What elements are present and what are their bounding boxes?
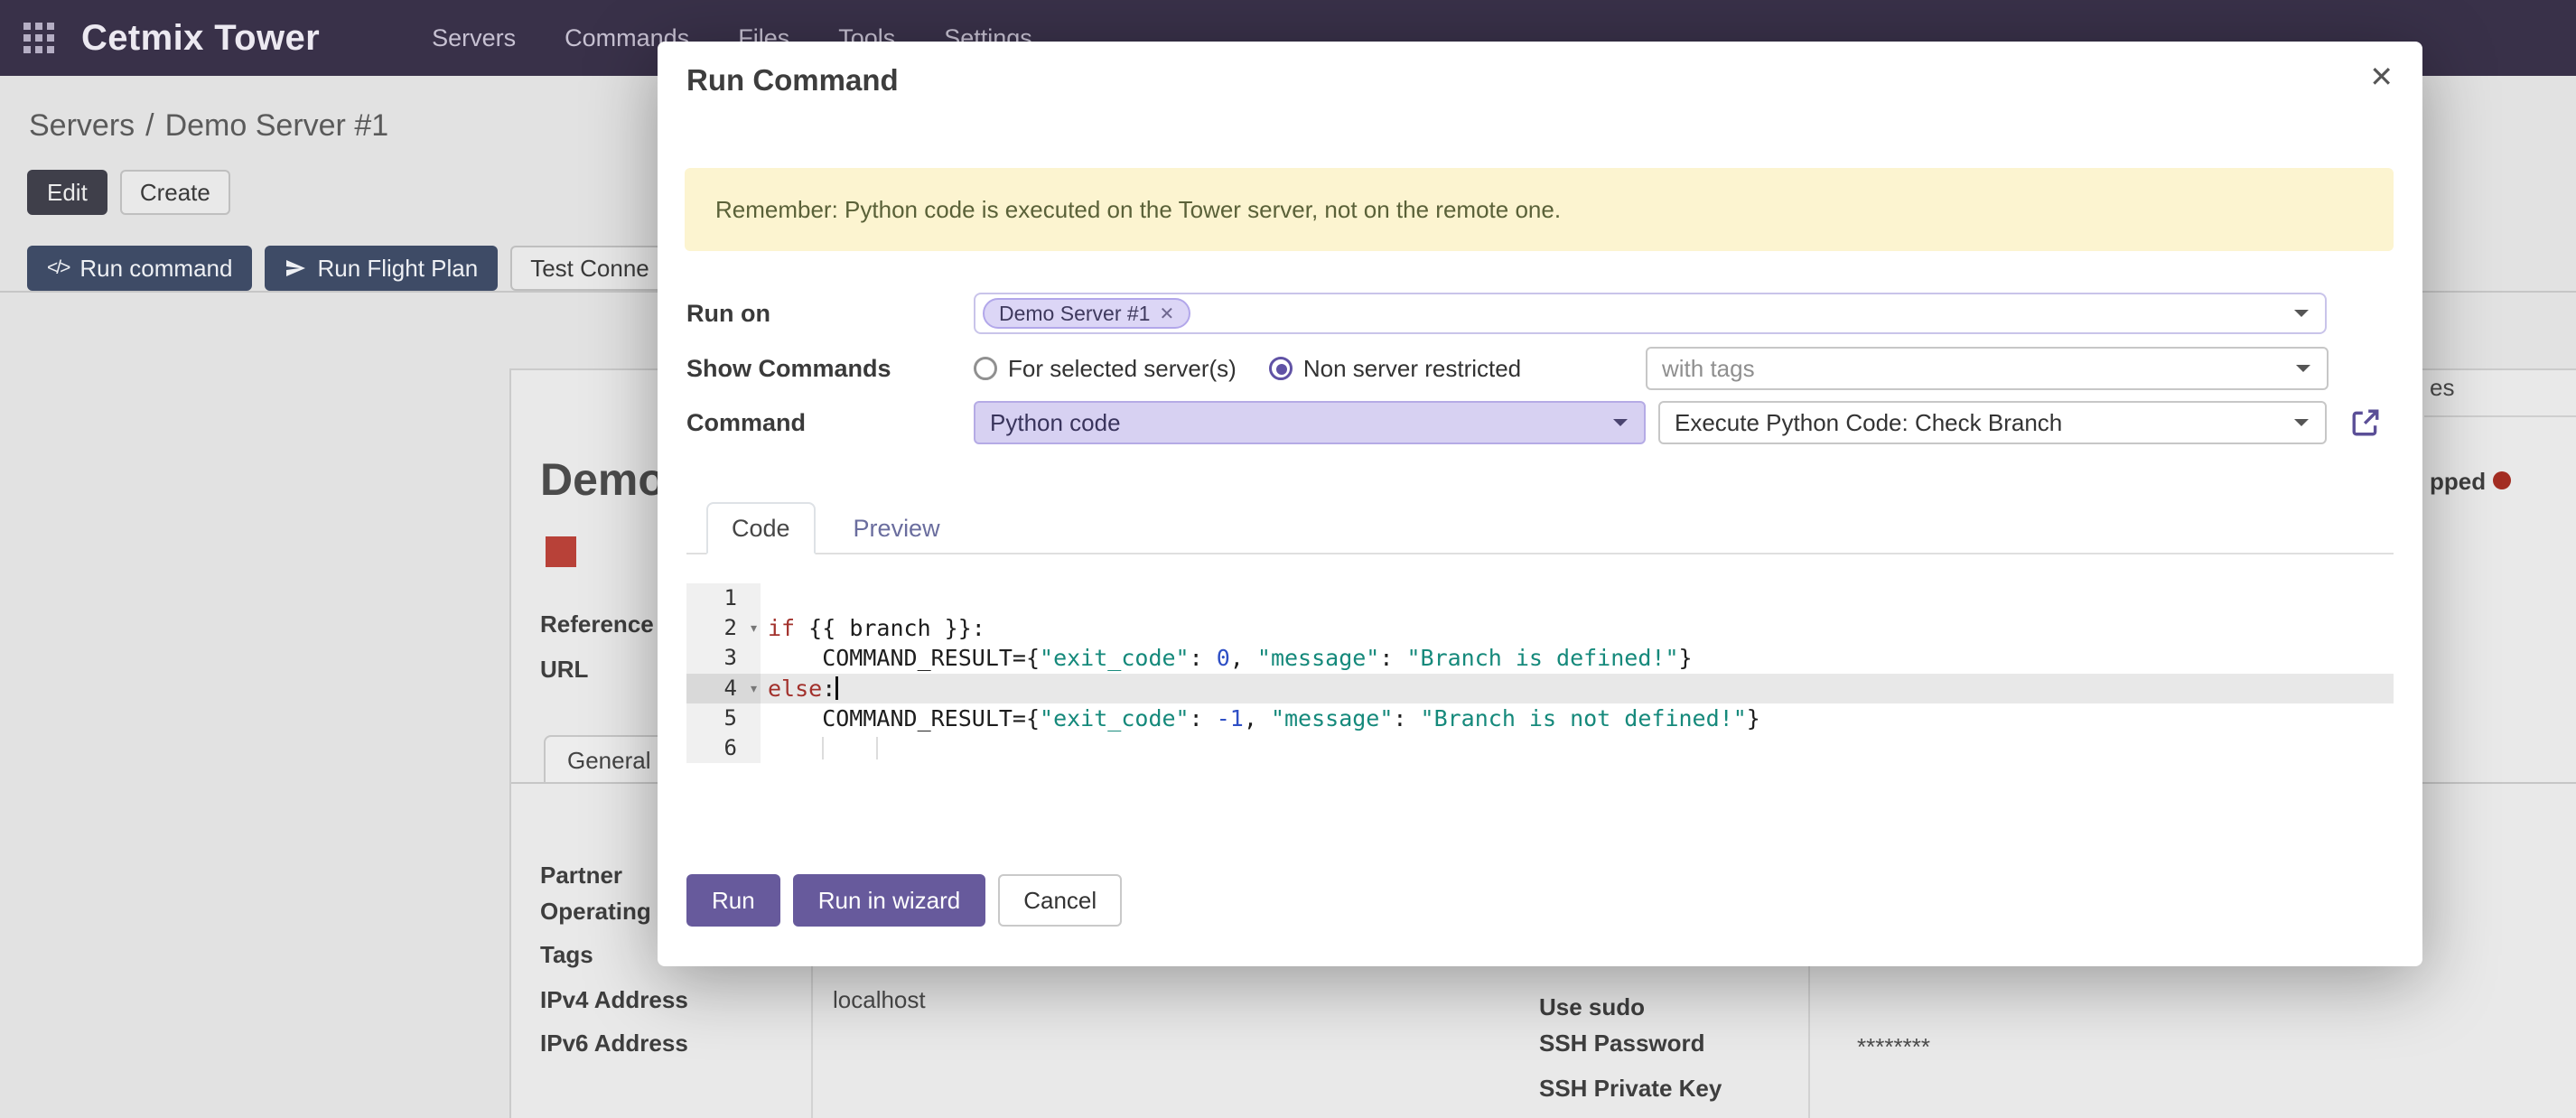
operating-system-label: Operating (540, 898, 651, 926)
alert-text: Remember: Python code is executed on the… (715, 196, 1561, 224)
table-header-divider (2424, 415, 2576, 417)
create-button[interactable]: Create (120, 170, 230, 215)
command-type-value: Python code (990, 409, 1121, 437)
tab-preview[interactable]: Preview (830, 502, 964, 554)
cancel-button[interactable]: Cancel (998, 874, 1122, 927)
use-sudo-label: Use sudo (1539, 993, 1645, 1021)
test-connection-button[interactable]: Test Conne (510, 246, 669, 291)
paper-plane-icon (285, 257, 306, 279)
command-value: Execute Python Code: Check Branch (1675, 409, 2062, 437)
text-cursor (835, 676, 838, 700)
radio-label: For selected server(s) (1008, 355, 1237, 383)
dialog-tabs: Code Preview (686, 502, 2394, 554)
run-in-wizard-button[interactable]: Run in wizard (793, 874, 986, 927)
partner-label: Partner (540, 862, 622, 890)
app-brand[interactable]: Cetmix Tower (81, 18, 320, 59)
line-number: 6 (724, 735, 737, 760)
apps-menu-icon[interactable] (23, 23, 54, 53)
code-icon: </> (47, 257, 69, 279)
code-line: 6 (686, 733, 2394, 763)
tag-label: Demo Server #1 (999, 302, 1150, 326)
show-commands-radio-group: For selected server(s) Non server restri… (974, 355, 1646, 383)
server-title: Demo (540, 453, 666, 506)
remove-tag-icon[interactable]: ✕ (1159, 303, 1174, 325)
breadcrumb-root[interactable]: Servers (29, 108, 135, 143)
selected-server-tag[interactable]: Demo Server #1 ✕ (983, 298, 1190, 329)
command-select[interactable]: Execute Python Code: Check Branch (1658, 401, 2327, 444)
breadcrumb-separator: / (145, 108, 154, 143)
run-on-field[interactable]: Demo Server #1 ✕ (974, 293, 2327, 334)
line-number: 4 (724, 675, 737, 701)
python-warning-alert: Remember: Python code is executed on the… (685, 168, 2394, 251)
code-line-content[interactable]: if {{ branch }}: (761, 613, 2394, 643)
external-link-icon[interactable] (2350, 407, 2381, 438)
run-command-label: Run command (79, 255, 232, 283)
code-line: 5 COMMAND_RESULT={"exit_code": -1, "mess… (686, 703, 2394, 733)
with-tags-select[interactable]: with tags (1646, 347, 2329, 390)
dialog-footer: Run Run in wizard Cancel (686, 874, 1122, 927)
breadcrumb-current: Demo Server #1 (165, 108, 389, 143)
chevron-down-icon (2294, 310, 2309, 324)
radio-checked-icon (1269, 357, 1293, 380)
radio-non-server-restricted[interactable]: Non server restricted (1269, 355, 1521, 383)
with-tags-placeholder: with tags (1662, 355, 1755, 383)
indent-guide (876, 737, 878, 759)
run-flight-plan-label: Run Flight Plan (317, 255, 478, 283)
status-stopped-dot (2493, 471, 2511, 489)
ssh-password-value: ******** (1857, 1033, 1930, 1061)
radio-label: Non server restricted (1303, 355, 1521, 383)
ipv6-label: IPv6 Address (540, 1029, 688, 1057)
clipped-table-header: es (2430, 374, 2454, 402)
command-label: Command (686, 409, 974, 437)
chevron-down-icon (2296, 365, 2310, 379)
run-command-form: Run on Demo Server #1 ✕ Show Commands Fo… (686, 293, 2327, 444)
chevron-down-icon (2294, 419, 2309, 433)
dialog-title: Run Command (686, 63, 899, 98)
radio-unchecked-icon (974, 357, 997, 380)
indent-guide (822, 737, 824, 759)
tags-label: Tags (540, 941, 593, 969)
form-action-buttons: Edit Create (27, 170, 230, 215)
code-line-content[interactable] (761, 583, 2394, 613)
reference-label: Reference (540, 610, 654, 638)
run-command-button[interactable]: </> Run command (27, 246, 252, 291)
code-line-active: 4 ▾ else: (686, 674, 2394, 703)
show-commands-label: Show Commands (686, 355, 974, 383)
ssh-private-key-label: SSH Private Key (1539, 1075, 1722, 1103)
fold-icon[interactable]: ▾ (749, 613, 759, 643)
code-line-content[interactable] (761, 733, 2394, 763)
breadcrumb: Servers / Demo Server #1 (29, 108, 388, 144)
ipv4-label: IPv4 Address (540, 986, 688, 1014)
line-number: 3 (724, 645, 737, 670)
code-line: 3 COMMAND_RESULT={"exit_code": 0, "messa… (686, 643, 2394, 673)
chevron-down-icon (1613, 419, 1628, 433)
tab-code[interactable]: Code (706, 502, 816, 554)
code-line: 2 ▾ if {{ branch }}: (686, 613, 2394, 643)
status-badge: pped (2430, 468, 2486, 496)
run-on-label: Run on (686, 300, 974, 328)
run-button[interactable]: Run (686, 874, 780, 927)
url-label: URL (540, 656, 588, 684)
run-command-dialog: Run Command ✕ Remember: Python code is e… (658, 42, 2422, 966)
code-editor[interactable]: 1 2 ▾ if {{ branch }}: 3 COMMAND_RESULT={… (686, 583, 2394, 764)
radio-for-selected-servers[interactable]: For selected server(s) (974, 355, 1237, 383)
run-flight-plan-button[interactable]: Run Flight Plan (265, 246, 498, 291)
ssh-password-label: SSH Password (1539, 1029, 1705, 1057)
nav-item-servers[interactable]: Servers (432, 24, 516, 52)
close-icon[interactable]: ✕ (2369, 60, 2394, 94)
server-toolbar: </> Run command Run Flight Plan Test Con… (27, 246, 669, 291)
line-number: 1 (724, 585, 737, 610)
line-number: 2 (724, 615, 737, 640)
line-number: 5 (724, 705, 737, 731)
tab-general[interactable]: General (544, 735, 675, 784)
ipv4-value: localhost (833, 986, 926, 1014)
code-line-content[interactable]: COMMAND_RESULT={"exit_code": 0, "message… (761, 643, 2394, 673)
fold-icon[interactable]: ▾ (749, 674, 759, 703)
command-type-select[interactable]: Python code (974, 401, 1646, 444)
server-color-tag[interactable] (546, 536, 576, 567)
code-line: 1 (686, 583, 2394, 613)
edit-button[interactable]: Edit (27, 170, 107, 215)
code-line-content[interactable]: else: (761, 674, 2394, 703)
code-line-content[interactable]: COMMAND_RESULT={"exit_code": -1, "messag… (761, 703, 2394, 733)
